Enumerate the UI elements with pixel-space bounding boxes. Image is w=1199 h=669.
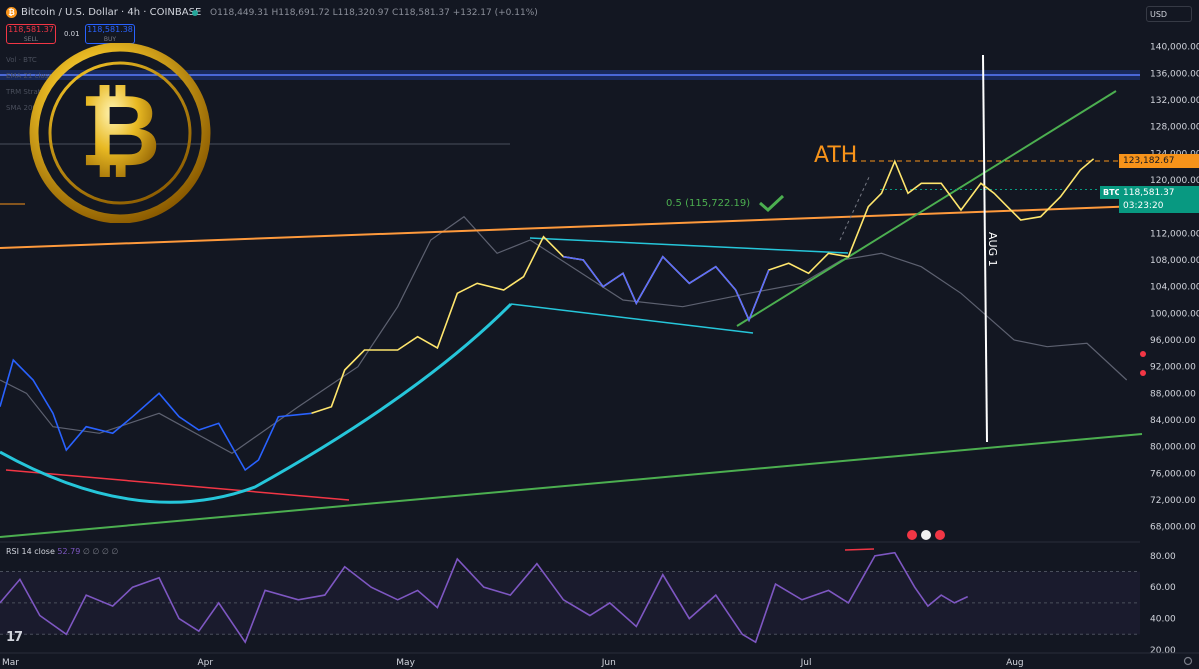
rsi-extra: ∅ ∅ ∅ ∅ [82, 547, 119, 556]
price-line-consolidation [563, 255, 770, 323]
alert-marker [1140, 351, 1146, 357]
price-tick-label: 76,000.00 [1150, 469, 1196, 479]
price-tick-label: 104,000.00 [1150, 283, 1199, 293]
spread-value: 0.01 [64, 30, 80, 38]
bitcoin-icon: ₿ [6, 7, 17, 18]
price-tick-label: 112,000.00 [1150, 229, 1199, 239]
rsi-tick-label: 60.00 [1150, 583, 1176, 593]
price-tick-label: 100,000.00 [1150, 309, 1199, 319]
svg-text:₿: ₿ [79, 72, 161, 189]
cyan-cup-curve [0, 302, 513, 504]
time-tick-label: Apr [197, 658, 213, 668]
chart-stage[interactable]: ATH 0.5 (115,722.19) AUG 1 140,000.00 136,0… [0, 0, 1199, 669]
time-tick-label: Jul [800, 658, 812, 668]
price-tick-label: 132,000.00 [1150, 96, 1199, 106]
price-tick-label: 72,000.00 [1150, 496, 1196, 506]
fib-dotted-line [839, 174, 871, 241]
aug1-annotation: AUG 1 [986, 232, 999, 267]
ohlc-readout: O118,449.31 H118,691.72 L118,320.97 C118… [210, 8, 538, 18]
fib-annotation: 0.5 (115,722.19) [666, 198, 750, 209]
market-open-icon [192, 10, 198, 16]
price-tick-label: 108,000.00 [1150, 256, 1199, 266]
price-tick-label: 80,000.00 [1150, 443, 1196, 453]
event-marker [921, 530, 931, 540]
chart-header: ₿ Bitcoin / U.S. Dollar · 4h · COINBASE … [0, 0, 1199, 26]
ath-price-label: 123,182.67 [1119, 154, 1199, 168]
rsi-name[interactable]: RSI 14 close [6, 547, 55, 556]
buy-price: 118,581.38 [87, 25, 133, 34]
rsi-value: 52.79 [57, 547, 81, 556]
price-tick-label: 140,000.00 [1150, 43, 1199, 53]
rsi-tick-label: 80.00 [1150, 552, 1176, 562]
checkmark-icon [759, 194, 785, 213]
price-tick-label: 120,000.00 [1150, 176, 1199, 186]
tradingview-logo: 17 [6, 630, 23, 645]
green-long-trendline [0, 433, 1143, 538]
rsi-legend: RSI 14 close 52.79 ∅ ∅ ∅ ∅ [6, 547, 118, 556]
time-tick-label: May [396, 658, 415, 668]
price-tick-label: 68,000.00 [1150, 523, 1196, 533]
event-marker [935, 530, 945, 540]
bitcoin-logo: ₿ [29, 43, 211, 223]
price-tick-label: 92,000.00 [1150, 363, 1196, 373]
ghost-price-line [0, 215, 1128, 455]
rsi-tick-label: 20.00 [1150, 646, 1176, 656]
bar-countdown: 03:23:20 [1119, 199, 1199, 213]
red-support-line [5, 469, 350, 501]
symbol-title[interactable]: Bitcoin / U.S. Dollar · 4h · COINBASE [21, 0, 201, 26]
price-tick-label: 84,000.00 [1150, 416, 1196, 426]
ath-annotation: ATH [814, 143, 857, 168]
price-tick-label: 96,000.00 [1150, 336, 1196, 346]
sell-button[interactable]: 118,581.37 SELL [6, 24, 56, 44]
buy-button[interactable]: 118,581.38 BUY [85, 24, 135, 44]
channel-bottom-line [510, 303, 754, 334]
sell-price: 118,581.37 [8, 25, 54, 34]
price-tick-label: 136,000.00 [1150, 69, 1199, 79]
event-marker [907, 530, 917, 540]
rsi-tick-label: 40.00 [1150, 615, 1176, 625]
channel-top-line [529, 237, 849, 254]
currency-select[interactable]: USD [1146, 6, 1192, 22]
time-tick-label: Aug [1006, 658, 1024, 668]
gear-icon[interactable] [1183, 656, 1193, 666]
last-price-label: 118,581.37 [1119, 186, 1199, 200]
time-tick-label: Jun [601, 658, 616, 668]
price-tick-label: 128,000.00 [1150, 123, 1199, 133]
rsi-divergence-line [844, 548, 875, 551]
price-tick-label: 88,000.00 [1150, 389, 1196, 399]
alert-marker [1140, 370, 1146, 376]
time-tick-label: Mar [2, 658, 19, 668]
